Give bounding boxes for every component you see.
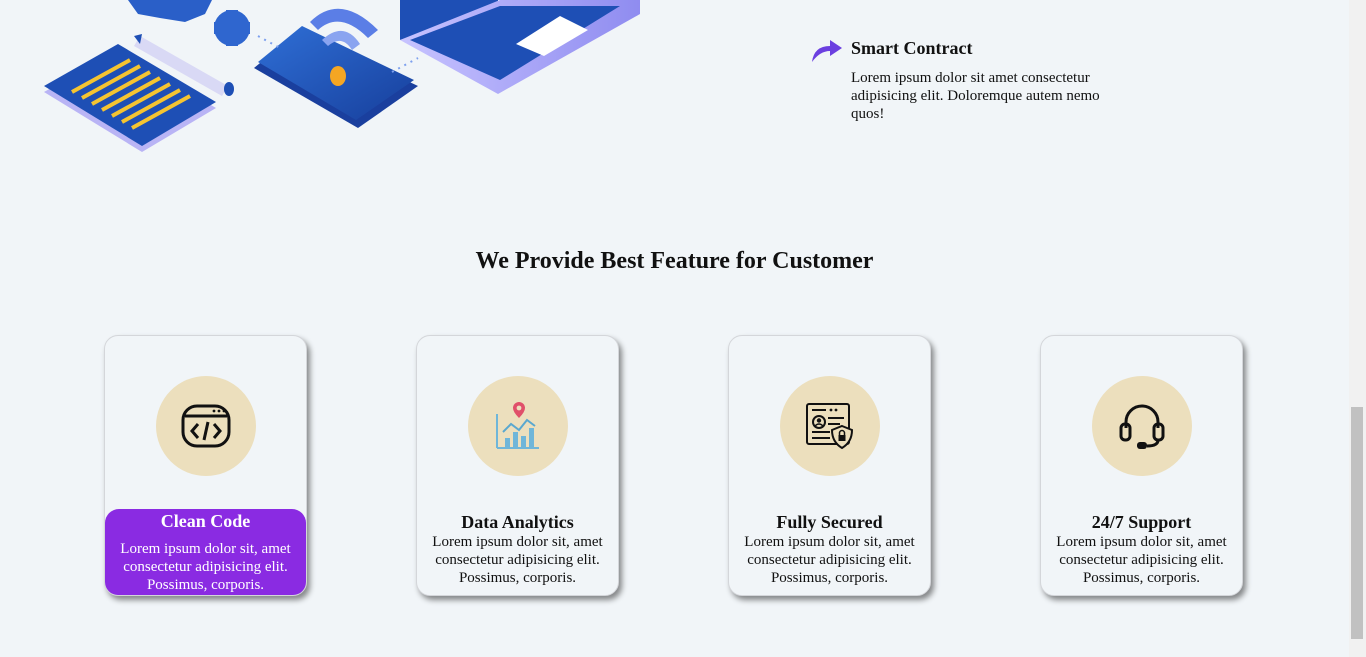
feature-card-fully-secured[interactable]: Fully Secured Lorem ipsum dolor sit, ame… [728, 335, 931, 596]
icon-badge [468, 376, 568, 476]
card-title: Fully Secured [776, 512, 883, 532]
icon-badge [1092, 376, 1192, 476]
card-text: Lorem ipsum dolor sit, amet consectetur … [744, 534, 915, 586]
code-window-icon [181, 404, 231, 448]
analytics-chart-icon [496, 402, 539, 449]
notepad-icon [44, 44, 216, 152]
laptop-icon [400, 0, 640, 94]
card-title: Data Analytics [461, 512, 574, 532]
icon-badge [780, 376, 880, 476]
feature-card-support[interactable]: 24/7 Support Lorem ipsum dolor sit, amet… [1040, 335, 1243, 596]
card-text: Lorem ipsum dolor sit, amet consectetur … [1056, 534, 1227, 586]
card-title: 24/7 Support [1091, 512, 1192, 532]
gear-icon [128, 0, 250, 46]
curved-arrow-icon [812, 40, 842, 62]
headset-icon [1119, 404, 1165, 449]
features-section-title: We Provide Best Feature for Customer [475, 248, 874, 274]
feature-card-clean-code[interactable]: Clean Code Lorem ipsum dolor sit, amet c… [104, 335, 307, 596]
card-text: Lorem ipsum dolor sit, amet consectetur … [120, 541, 291, 593]
secure-document-icon [806, 403, 854, 450]
card-body: Data Analytics Lorem ipsum dolor sit, am… [417, 511, 618, 595]
isometric-tech-illustration [44, 0, 640, 152]
icon-badge [156, 376, 256, 476]
card-text: Lorem ipsum dolor sit, amet consectetur … [432, 534, 603, 586]
phone-icon [254, 8, 418, 128]
card-body: Fully Secured Lorem ipsum dolor sit, ame… [729, 511, 930, 595]
card-body: Clean Code Lorem ipsum dolor sit, amet c… [105, 509, 306, 595]
card-body: 24/7 Support Lorem ipsum dolor sit, amet… [1041, 511, 1242, 595]
feature-card-data-analytics[interactable]: Data Analytics Lorem ipsum dolor sit, am… [416, 335, 619, 596]
smart-contract-title: Smart Contract [851, 38, 973, 58]
page-scrollbar[interactable] [1349, 0, 1366, 657]
card-title: Clean Code [160, 511, 251, 531]
scrollbar-thumb[interactable] [1351, 407, 1363, 639]
smart-contract-text: Lorem ipsum dolor sit amet consectetur a… [851, 70, 1100, 122]
